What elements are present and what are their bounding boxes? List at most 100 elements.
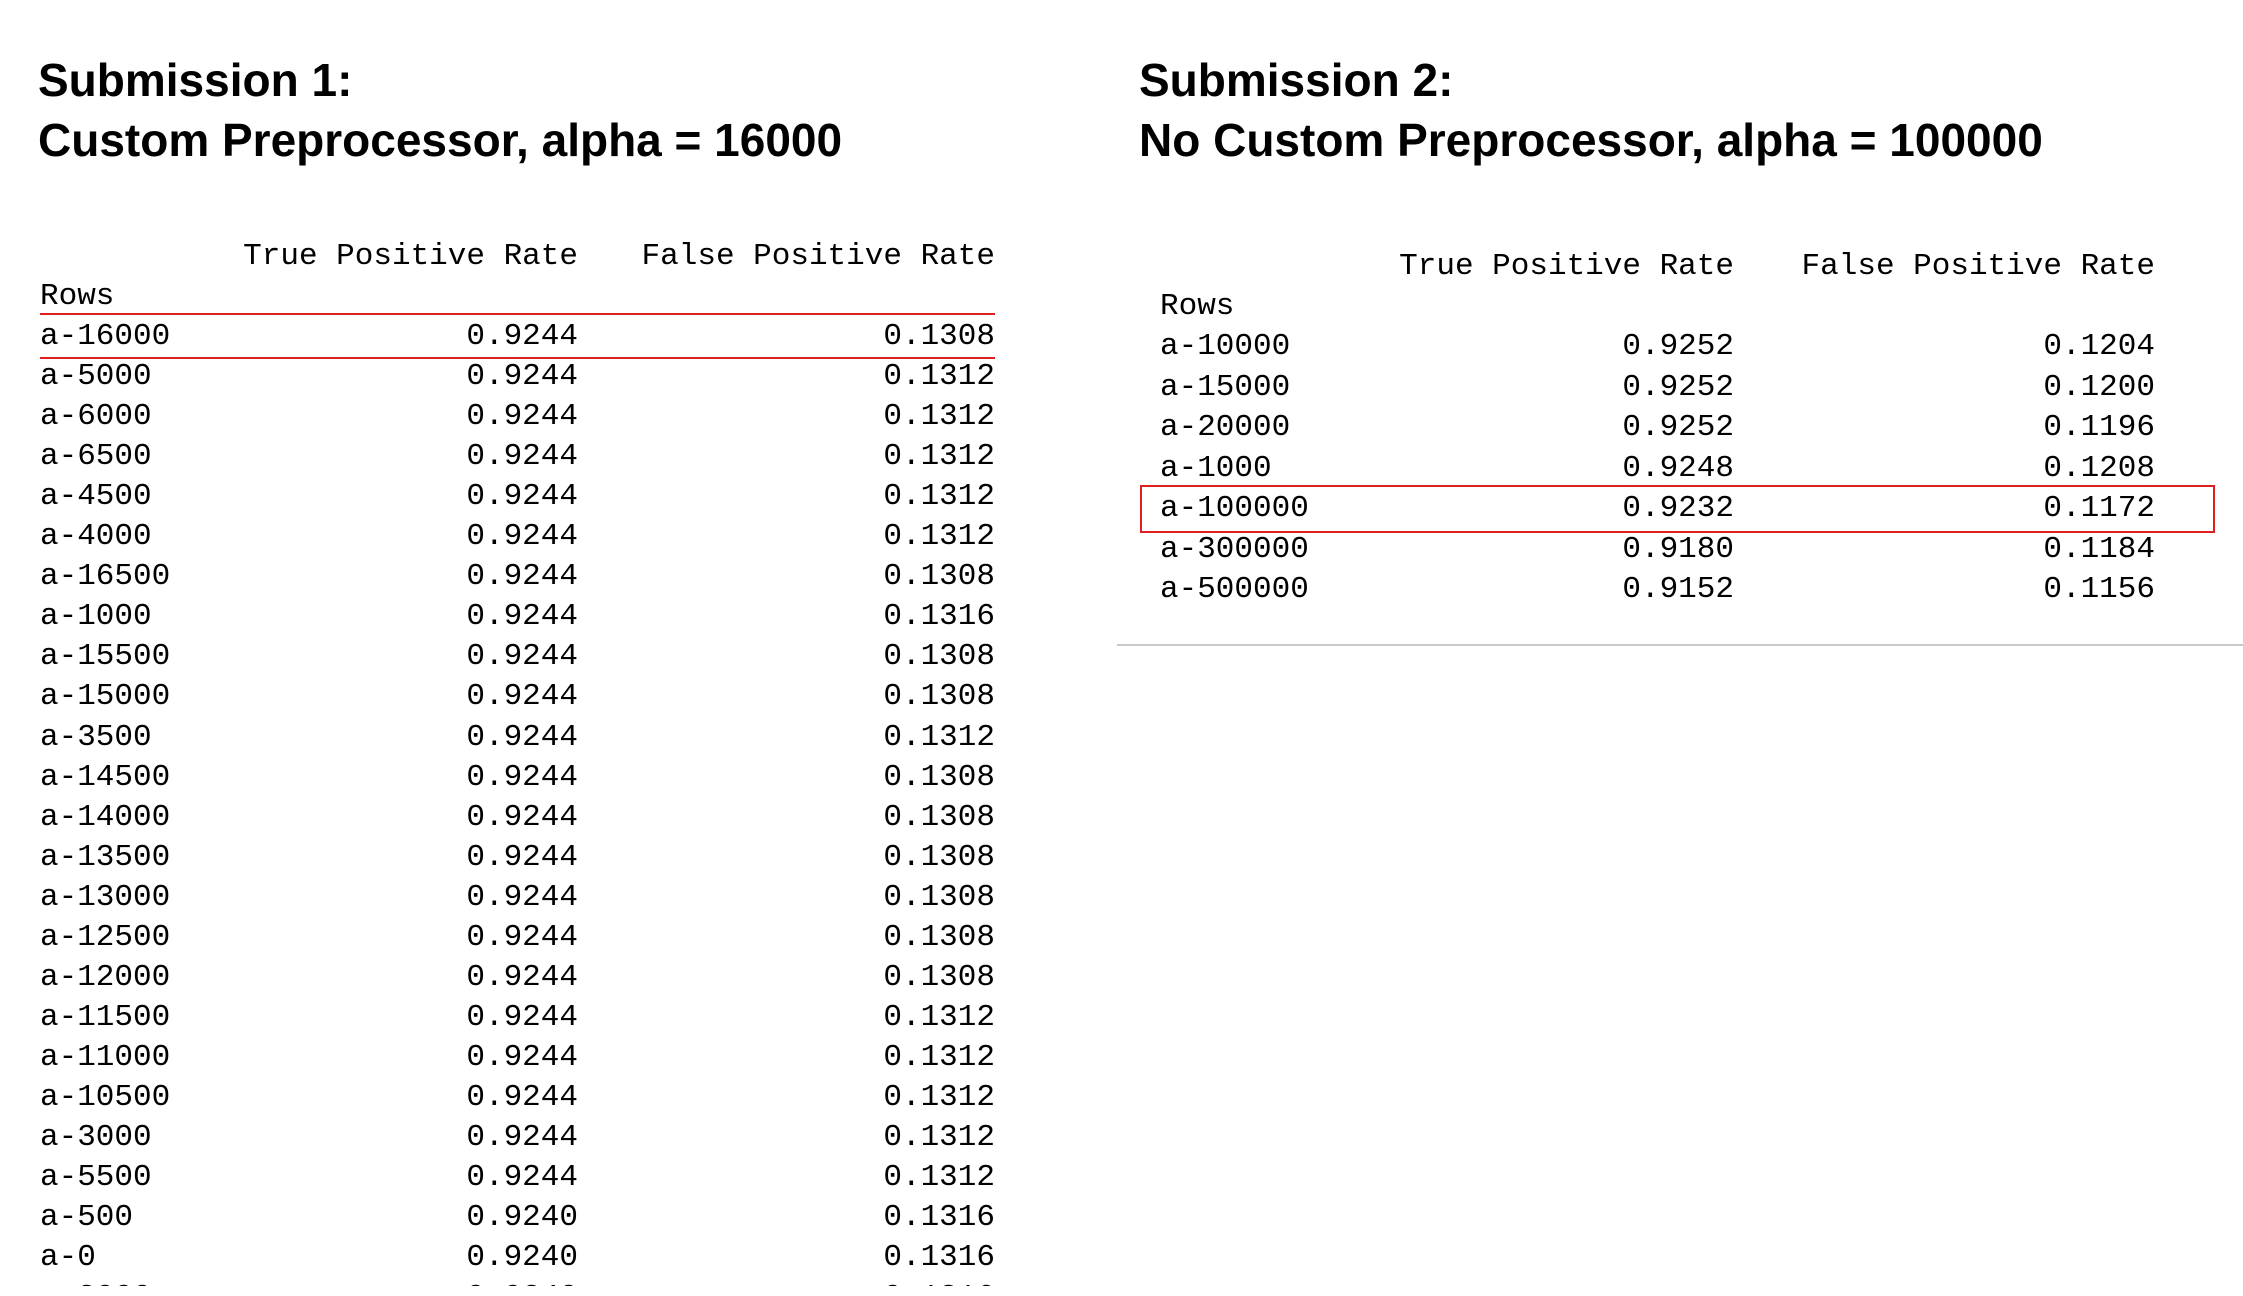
table-row: a-5000 0.9244 0.1312 (40, 357, 995, 397)
row-label: a-14000 (40, 799, 171, 835)
row-label: a-6000 (40, 399, 152, 435)
tpr-cell: 0.9244 (466, 679, 578, 715)
table-row: a-3500 0.9244 0.1312 (40, 718, 995, 758)
fpr-cell: 0.1312 (883, 1160, 995, 1196)
fpr-cell: 0.1308 (883, 879, 995, 915)
tpr-cell: 0.9244 (466, 1079, 578, 1115)
tpr-cell: 0.9244 (466, 439, 578, 475)
table-row: a-13500 0.9244 0.1308 (40, 838, 995, 878)
table-row: a-2000 0.9240 0.1316 (40, 1278, 995, 1286)
tpr-cell: 0.9244 (466, 799, 578, 835)
row-label: a-1000 (1160, 450, 1272, 486)
fpr-cell: 0.1308 (883, 759, 995, 795)
row-label: a-500 (40, 1200, 134, 1236)
tpr-cell: 0.9244 (466, 879, 578, 915)
row-label: a-500000 (1160, 572, 1309, 607)
tpr-cell: 0.9240 (466, 1200, 578, 1236)
tpr-cell: 0.9244 (466, 599, 578, 635)
fpr-cell: 0.1312 (883, 479, 995, 515)
row-label: a-15000 (40, 679, 171, 715)
table-row: a-3000 0.9244 0.1312 (40, 1118, 995, 1158)
table-header: True Positive Rate False Positive Rate (1160, 247, 2155, 287)
table-header: True Positive Rate False Positive Rate (40, 237, 995, 277)
fpr-cell: 0.1196 (2043, 410, 2155, 445)
table-row: a-500000 0.9152 0.1156 (1160, 570, 2155, 610)
tpr-cell: 0.9244 (466, 359, 578, 395)
tpr-cell: 0.9152 (1622, 572, 1734, 607)
table-row: a-16000 0.9244 0.1308 (40, 317, 995, 357)
tpr-cell: 0.9244 (466, 559, 578, 595)
fpr-cell: 0.1312 (883, 399, 995, 435)
tpr-cell: 0.9244 (466, 1160, 578, 1196)
tpr-cell: 0.9240 (466, 1240, 578, 1276)
rows-index-label: Rows (40, 279, 115, 314)
tpr-cell: 0.9180 (1622, 531, 1734, 567)
tpr-cell: 0.9244 (466, 519, 578, 555)
row-label: a-15000 (1160, 369, 1291, 405)
row-label: a-5500 (40, 1160, 152, 1196)
row-label: a-11000 (40, 1039, 171, 1075)
row-label: a-13000 (40, 879, 171, 915)
fpr-cell: 0.1308 (883, 959, 995, 995)
fpr-cell: 0.1308 (883, 559, 995, 595)
fpr-cell: 0.1184 (2043, 531, 2155, 567)
tpr-cell: 0.9244 (466, 719, 578, 755)
row-label: a-3500 (40, 719, 152, 755)
tpr-cell: 0.9244 (466, 959, 578, 995)
submission-2-title: Submission 2: (1139, 54, 1454, 106)
tpr-cell: 0.9244 (466, 319, 578, 354)
table-row: a-5500 0.9244 0.1312 (40, 1158, 995, 1198)
row-label: a-14500 (40, 759, 171, 795)
row-label: a-0 (40, 1240, 96, 1276)
table-row: a-12500 0.9244 0.1308 (40, 918, 995, 958)
row-label: a-2000 (40, 1278, 152, 1286)
fpr-cell: 0.1208 (2043, 450, 2155, 486)
fpr-cell: 0.1308 (883, 839, 995, 875)
row-label: a-10000 (1160, 329, 1291, 364)
tpr-cell: 0.9252 (1622, 369, 1734, 405)
fpr-cell: 0.1312 (883, 439, 995, 475)
fpr-cell: 0.1316 (883, 1278, 995, 1286)
row-label: a-100000 (1160, 491, 1309, 526)
fpr-cell: 0.1308 (883, 679, 995, 715)
fpr-cell: 0.1308 (883, 639, 995, 675)
table-row: a-16500 0.9244 0.1308 (40, 557, 995, 597)
fpr-cell: 0.1308 (883, 799, 995, 835)
tpr-cell: 0.9252 (1622, 410, 1734, 445)
row-label: a-300000 (1160, 531, 1309, 567)
fpr-cell: 0.1316 (883, 599, 995, 635)
row-label: a-6500 (40, 439, 152, 475)
tpr-cell: 0.9232 (1622, 491, 1734, 526)
tpr-cell: 0.9244 (466, 399, 578, 435)
column-header-tpr: True Positive Rate (1399, 249, 1734, 284)
row-label: a-4500 (40, 479, 152, 515)
column-header-tpr: True Positive Rate (243, 239, 578, 274)
fpr-cell: 0.1312 (883, 1079, 995, 1115)
row-label: a-5000 (40, 359, 152, 395)
table-row: a-20000 0.9252 0.1196 (1160, 408, 2155, 448)
row-label: a-10500 (40, 1079, 171, 1115)
row-label: a-16500 (40, 559, 171, 595)
fpr-cell: 0.1156 (2043, 572, 2155, 607)
fpr-cell: 0.1312 (883, 999, 995, 1035)
table-row: a-6000 0.9244 0.1312 (40, 397, 995, 437)
table-divider (1117, 644, 2243, 646)
submission-1-table: True Positive Rate False Positive Rate Row… (40, 225, 995, 1286)
table-row: a-300000 0.9180 0.1184 (1160, 530, 2155, 570)
tpr-cell: 0.9252 (1622, 329, 1734, 364)
tpr-cell: 0.9244 (466, 759, 578, 795)
table-row: a-11000 0.9244 0.1312 (40, 1038, 995, 1078)
table-row: a-12000 0.9244 0.1308 (40, 958, 995, 998)
fpr-cell: 0.1312 (883, 719, 995, 755)
fpr-cell: 0.1316 (883, 1240, 995, 1276)
table-row: a-14500 0.9244 0.1308 (40, 758, 995, 798)
table-row: a-500 0.9240 0.1316 (40, 1198, 995, 1238)
tpr-cell: 0.9244 (466, 1120, 578, 1155)
fpr-cell: 0.1316 (883, 1200, 995, 1236)
row-label: a-4000 (40, 519, 152, 555)
fpr-cell: 0.1308 (883, 919, 995, 955)
tpr-cell: 0.9240 (466, 1278, 578, 1286)
table-row: a-15500 0.9244 0.1308 (40, 637, 995, 677)
submission-2-subtitle: No Custom Preprocessor, alpha = 100000 (1139, 114, 2043, 166)
row-label: a-1000 (40, 599, 152, 635)
